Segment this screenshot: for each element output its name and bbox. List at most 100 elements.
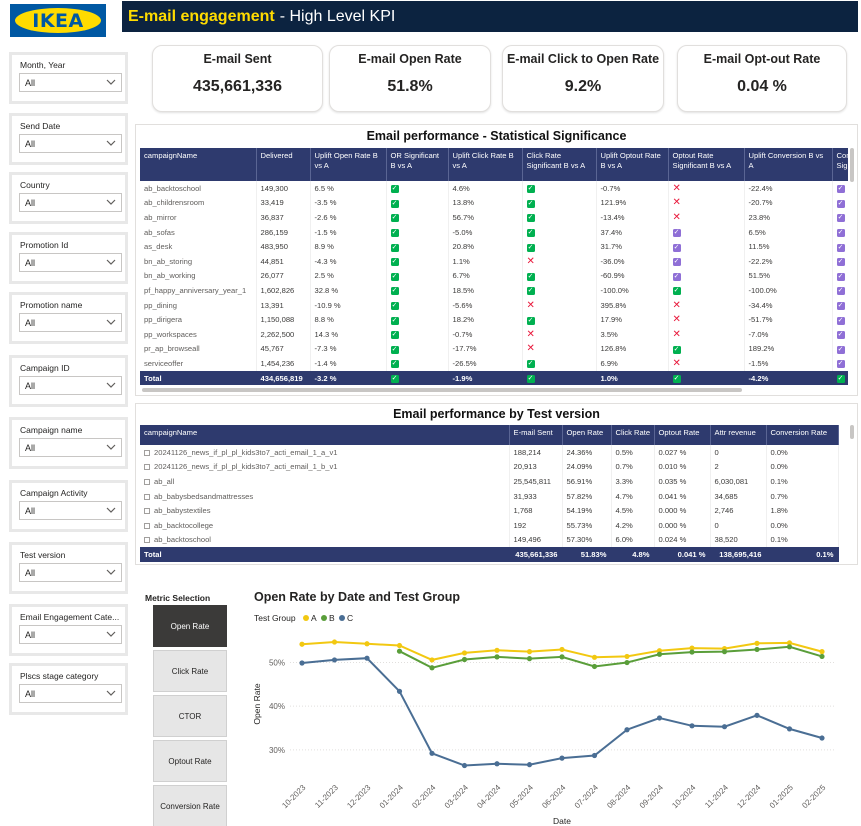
data-point-a[interactable] (494, 647, 500, 653)
data-point-a[interactable] (624, 653, 630, 660)
table-row[interactable]: ab_childrensroom 33,419 -3.5 % ✓ 13.8% ✓ 121.9… (140, 195, 848, 211)
data-point-a[interactable] (364, 641, 370, 647)
slicer-dropdown[interactable]: All (19, 193, 122, 212)
open-rate-line-chart[interactable]: Open Rate by Date and Test Group Test Gro… (246, 588, 858, 826)
table-row[interactable]: ab_backtoschool 149,496 57.30% 6.0% 0.024 % 3… (140, 532, 839, 548)
data-point-c[interactable] (559, 755, 565, 761)
data-point-c[interactable] (656, 715, 663, 721)
slicer-dropdown[interactable]: All (19, 501, 122, 520)
data-point-c[interactable] (461, 762, 468, 769)
expand-row-icon[interactable] (144, 478, 150, 485)
data-point-c[interactable] (721, 724, 728, 730)
data-point-b[interactable] (461, 656, 468, 663)
expand-row-icon[interactable] (144, 493, 150, 500)
metric-button-open-rate[interactable]: Open Rate (153, 605, 227, 647)
table-row[interactable]: ab_backtocollege 192 55.73% 4.2% 0.000 % 0 0.0… (140, 517, 839, 533)
stat-col-header[interactable]: Uplift Optout Rate B vs A (596, 148, 669, 181)
data-point-b[interactable] (819, 653, 825, 660)
test-col-header[interactable]: Click Rate (611, 425, 655, 445)
table-row[interactable]: pr_ap_browseall 45,767 -7.3 % ✓ -17.7% ✕ 126.8… (140, 341, 848, 357)
metric-button-ctor[interactable]: CTOR (153, 695, 227, 737)
slicer-dropdown[interactable]: All (19, 376, 122, 395)
data-point-a[interactable] (396, 642, 403, 649)
slicer-dropdown[interactable]: All (19, 134, 122, 153)
table-row[interactable]: 20241126_news_if_pl_pl_kids3to7_acti_ema… (140, 459, 839, 475)
data-point-b[interactable] (656, 651, 663, 657)
test-col-header[interactable]: Open Rate (562, 425, 612, 445)
data-point-a[interactable] (331, 639, 338, 645)
data-point-b[interactable] (721, 649, 728, 655)
test-col-header[interactable]: Optout Rate (654, 425, 711, 445)
slicer-dropdown[interactable]: All (19, 73, 122, 92)
table-row[interactable]: bn_ab_working 26,077 2.5 % ✓ 6.7% ✓ -60.9% ✓ 51.… (140, 268, 848, 284)
legend-entry[interactable]: A (311, 613, 317, 623)
data-point-b[interactable] (494, 654, 500, 660)
data-point-c[interactable] (299, 660, 305, 666)
data-point-c[interactable] (786, 726, 793, 732)
stat-col-header[interactable]: Conv Sign... (832, 148, 848, 181)
table-row[interactable]: serviceoffer 1,454,236 -1.4 % ✓ -26.5% ✓ 6.9% ✕… (140, 356, 848, 371)
slicer-dropdown[interactable]: All (19, 438, 122, 457)
data-point-b[interactable] (429, 665, 435, 671)
data-point-a[interactable] (754, 640, 760, 646)
test-col-header[interactable]: E-mail Sent (509, 425, 563, 445)
slicer-dropdown[interactable]: All (19, 563, 122, 582)
stat-col-header[interactable]: Uplift Conversion B vs A (744, 148, 833, 181)
expand-row-icon[interactable] (144, 522, 150, 529)
table-row[interactable]: ab_babystextiles 1,768 54.19% 4.5% 0.000 % 2,… (140, 503, 839, 518)
stat-col-header[interactable]: Optout Rate Significant B vs A (668, 148, 745, 181)
data-point-c[interactable] (591, 752, 598, 759)
expand-row-icon[interactable] (144, 449, 150, 456)
data-point-a[interactable] (526, 649, 533, 655)
stat-col-header[interactable]: Uplift Click Rate B vs A (448, 148, 523, 181)
table-row[interactable]: pp_dirigera 1,150,088 8.8 % ✓ 18.2% ✓ 17.9% ✕ -5… (140, 312, 848, 327)
stat-table-hscroll[interactable] (142, 388, 742, 392)
data-point-a[interactable] (819, 649, 825, 655)
test-col-header[interactable]: campaignName (140, 425, 510, 445)
table-row[interactable]: ab_mirror 36,837 -2.6 % ✓ 56.7% ✓ -13.4% ✕ 23.8%… (140, 210, 848, 225)
expand-row-icon[interactable] (144, 537, 150, 544)
stat-table-scroll[interactable]: campaignName Delivered Uplift Open Rate B … (140, 148, 848, 386)
data-point-b[interactable] (689, 649, 695, 655)
data-point-b[interactable] (559, 654, 565, 660)
data-point-b[interactable] (786, 644, 793, 650)
stat-col-header[interactable]: Uplift Open Rate B vs A (310, 148, 387, 181)
metric-button-conversion-rate[interactable]: Conversion Rate (153, 785, 227, 826)
data-point-b[interactable] (396, 648, 403, 654)
data-point-c[interactable] (624, 727, 630, 733)
table-row[interactable]: ab_babysbedsandmattresses 31,933 57.82% 4.7… (140, 488, 839, 504)
stat-col-header[interactable]: Click Rate Significant B vs A (522, 148, 597, 181)
legend-entry[interactable]: C (347, 613, 353, 623)
data-point-a[interactable] (429, 657, 435, 663)
metric-button-optout-rate[interactable]: Optout Rate (153, 740, 227, 782)
data-point-c[interactable] (396, 688, 403, 694)
data-point-c[interactable] (331, 657, 338, 663)
data-point-c[interactable] (689, 723, 695, 729)
table-row[interactable]: pf_happy_anniversary_year_1 1,602,826 32.8… (140, 283, 848, 298)
table-row[interactable]: ab_backtoschool 149,300 6.5 % ✓ 4.6% ✓ -0.7% ✕ -… (140, 181, 848, 196)
data-point-b[interactable] (624, 659, 630, 666)
data-point-c[interactable] (364, 655, 370, 661)
data-point-c[interactable] (754, 712, 760, 718)
data-point-b[interactable] (526, 656, 533, 662)
stat-col-header[interactable]: OR Significant B vs A (386, 148, 449, 181)
table-row[interactable]: pp_dining 13,391 -10.9 % ✓ -5.6% ✕ 395.8% ✕ -34.… (140, 297, 848, 313)
data-point-c[interactable] (526, 762, 533, 768)
data-point-b[interactable] (754, 646, 760, 653)
data-point-c[interactable] (429, 750, 435, 756)
slicer-dropdown[interactable]: All (19, 313, 122, 332)
stat-col-header[interactable]: Delivered (256, 148, 311, 181)
legend-entry[interactable]: B (329, 613, 335, 623)
table-row[interactable]: pp_workspaces 2,262,500 14.3 % ✓ -0.7% ✕ 3.5% ✕… (140, 326, 848, 342)
data-point-a[interactable] (559, 646, 565, 653)
slicer-dropdown[interactable]: All (19, 625, 122, 644)
test-table-vscroll[interactable] (850, 425, 854, 439)
test-col-header[interactable]: Conversion Rate (766, 425, 839, 445)
slicer-dropdown[interactable]: All (19, 253, 122, 272)
data-point-a[interactable] (299, 641, 305, 647)
table-row[interactable]: ab_all 25,545,811 56.91% 3.3% 0.035 % 6,030,0… (140, 474, 839, 489)
data-point-a[interactable] (591, 654, 598, 660)
stat-table-vscroll[interactable] (850, 148, 854, 182)
expand-row-icon[interactable] (144, 508, 150, 515)
table-row[interactable]: bn_ab_storing 44,851 -4.3 % ✓ 1.1% ✕ -36.0% ✓ -2… (140, 253, 848, 269)
